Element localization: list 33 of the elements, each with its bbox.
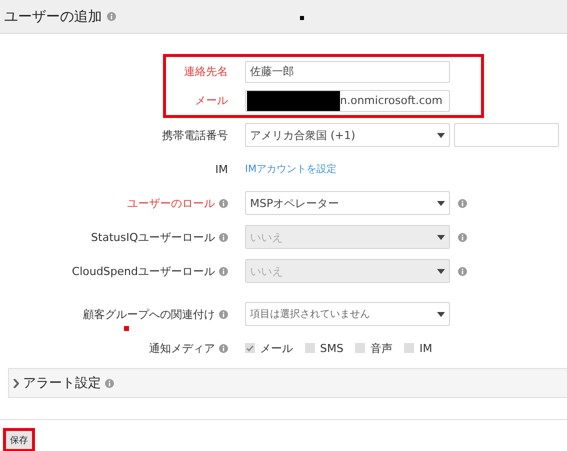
dropdown[interactable]: 項目は選択されていません <box>245 302 450 326</box>
field-label: 携帯電話番号 <box>162 128 228 142</box>
section-title: アラート設定 <box>23 375 101 392</box>
field-label: メール <box>195 93 228 108</box>
save-button[interactable]: 保存 <box>5 430 33 450</box>
caret-icon <box>437 234 445 240</box>
field-label: ユーザーのロール <box>127 196 215 210</box>
field-label: 通知メディア <box>149 340 215 356</box>
phone-field[interactable] <box>454 123 559 147</box>
field-label: CloudSpendユーザーロール <box>72 264 215 278</box>
field-label: 連絡先名 <box>184 64 228 79</box>
field-label: IM <box>215 162 228 176</box>
field-label: StatusIQユーザーロール <box>91 230 215 244</box>
checkbox[interactable] <box>404 343 414 353</box>
caret-icon <box>437 312 445 316</box>
country-select[interactable]: アメリカ合衆国 (+1) <box>245 123 450 147</box>
email-field[interactable]: n.onmicrosoft.com <box>245 90 450 112</box>
checkbox[interactable] <box>305 343 315 353</box>
chevron-icon <box>13 378 19 388</box>
caret-icon <box>437 132 445 138</box>
caret-icon <box>437 200 445 206</box>
checkbox-label: IM <box>419 342 432 354</box>
text-field[interactable]: 佐藤一郎 <box>245 60 450 82</box>
page-title: ユーザーの追加 <box>4 8 102 26</box>
checkbox-label: 音声 <box>370 340 392 356</box>
checkbox-label: SMS <box>320 342 344 354</box>
field-label: 顧客グループへの関連付け <box>83 306 215 322</box>
alert-settings-panel[interactable]: アラート設定 <box>8 368 567 398</box>
dropdown[interactable]: MSPオペレーター <box>245 191 450 215</box>
checkbox[interactable] <box>355 343 366 353</box>
checkbox[interactable] <box>245 343 255 353</box>
caret-icon <box>437 268 445 274</box>
checkbox-label: メール <box>260 340 293 356</box>
